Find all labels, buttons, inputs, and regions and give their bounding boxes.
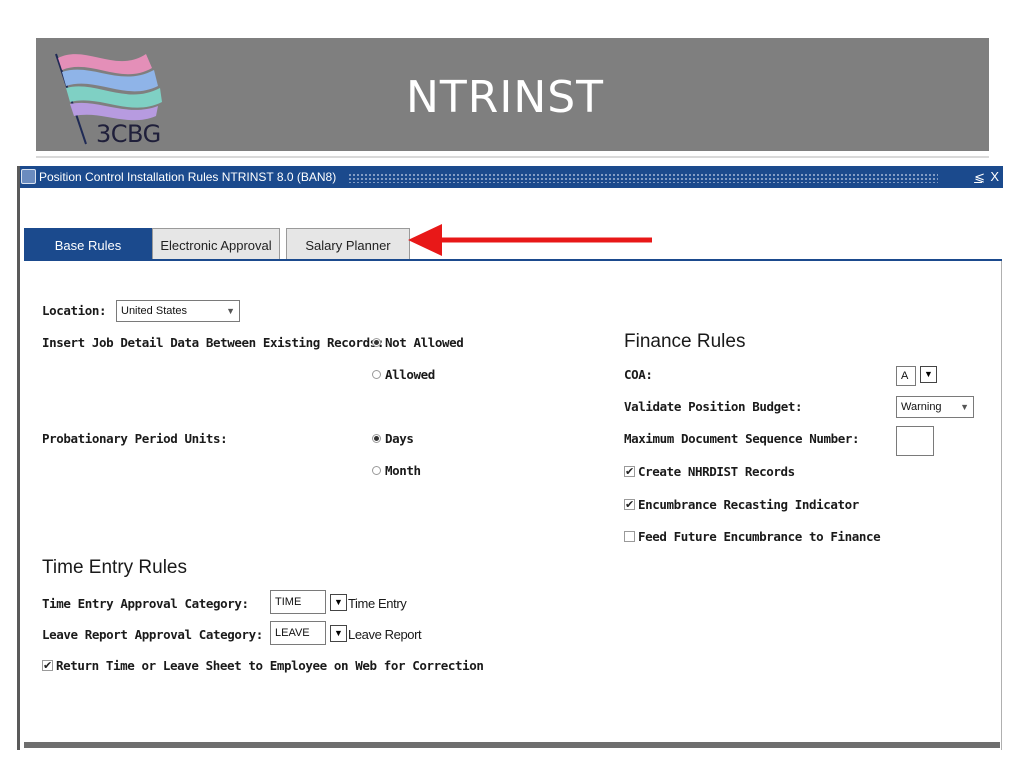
red-arrow-icon	[408, 224, 652, 256]
return-time-sheet-label: Return Time or Leave Sheet to Employee o…	[56, 658, 484, 673]
checkbox-feed-future-encumbrance[interactable]	[624, 531, 635, 542]
coa-label: COA:	[624, 367, 653, 382]
slide-header: 3CBG NTRINST	[36, 38, 989, 151]
encumbrance-recasting-label: Encumbrance Recasting Indicator	[638, 497, 859, 512]
finance-rules-heading: Finance Rules	[624, 331, 746, 352]
checkbox-create-nhrdist[interactable]: ✔	[624, 466, 635, 477]
window-titlebar: Position Control Installation Rules NTRI…	[20, 166, 1003, 188]
tab-salary-planner[interactable]: Salary Planner	[286, 228, 410, 260]
feed-future-encumbrance-label: Feed Future Encumbrance to Finance	[638, 529, 881, 544]
create-nhrdist-label: Create NHRDIST Records	[638, 464, 795, 479]
leave-report-approval-field[interactable]: LEAVE	[270, 621, 326, 645]
radio-not-allowed[interactable]	[372, 338, 381, 347]
minimize-icon[interactable]: ⩽	[974, 166, 985, 188]
tab-electronic-approval[interactable]: Electronic Approval	[152, 228, 280, 260]
leave-report-dropdown-icon[interactable]: ▼	[330, 625, 347, 642]
time-entry-description: Time Entry	[348, 596, 407, 611]
window-title: Position Control Installation Rules NTRI…	[39, 170, 337, 184]
coa-dropdown-icon[interactable]: ▼	[920, 366, 937, 383]
close-icon[interactable]: X	[990, 166, 999, 188]
radio-month[interactable]	[372, 466, 381, 475]
time-entry-approval-field[interactable]: TIME	[270, 590, 326, 614]
coa-field[interactable]: A	[896, 366, 916, 386]
logo-text: 3CBG	[96, 120, 161, 148]
logo: 3CBG	[46, 44, 196, 150]
allowed-label: Allowed	[385, 367, 435, 382]
validate-budget-label: Validate Position Budget:	[624, 399, 803, 414]
tab-base-rules[interactable]: Base Rules	[24, 228, 152, 260]
not-allowed-label: Not Allowed	[385, 335, 464, 350]
validate-budget-select[interactable]: Warning ▼	[896, 396, 974, 418]
validate-budget-value: Warning	[901, 401, 942, 413]
checkbox-return-time-sheet[interactable]: ✔	[42, 660, 53, 671]
window-bottom-shadow	[24, 742, 1000, 748]
month-label: Month	[385, 463, 421, 478]
location-value: United States	[121, 305, 188, 317]
radio-days[interactable]	[372, 434, 381, 443]
location-select[interactable]: United States ▼	[116, 300, 240, 322]
radio-allowed[interactable]	[372, 370, 381, 379]
insert-job-detail-label: Insert Job Detail Data Between Existing …	[42, 335, 385, 350]
time-entry-approval-label: Time Entry Approval Category:	[42, 596, 249, 611]
app-icon	[21, 169, 36, 184]
location-label: Location:	[42, 303, 107, 318]
max-doc-seq-label: Maximum Document Sequence Number:	[624, 431, 860, 446]
max-doc-seq-field[interactable]	[896, 426, 934, 456]
chevron-down-icon: ▼	[960, 402, 969, 412]
days-label: Days	[385, 431, 414, 446]
checkbox-encumbrance-recasting[interactable]: ✔	[624, 499, 635, 510]
slide-divider	[36, 156, 989, 158]
titlebar-dots	[347, 172, 938, 183]
leave-report-description: Leave Report	[348, 627, 422, 642]
slide-title: NTRINST	[406, 72, 605, 123]
probationary-label: Probationary Period Units:	[42, 431, 228, 446]
chevron-down-icon: ▼	[226, 306, 235, 316]
time-entry-dropdown-icon[interactable]: ▼	[330, 594, 347, 611]
time-entry-heading: Time Entry Rules	[42, 557, 187, 578]
leave-report-approval-label: Leave Report Approval Category:	[42, 627, 263, 642]
